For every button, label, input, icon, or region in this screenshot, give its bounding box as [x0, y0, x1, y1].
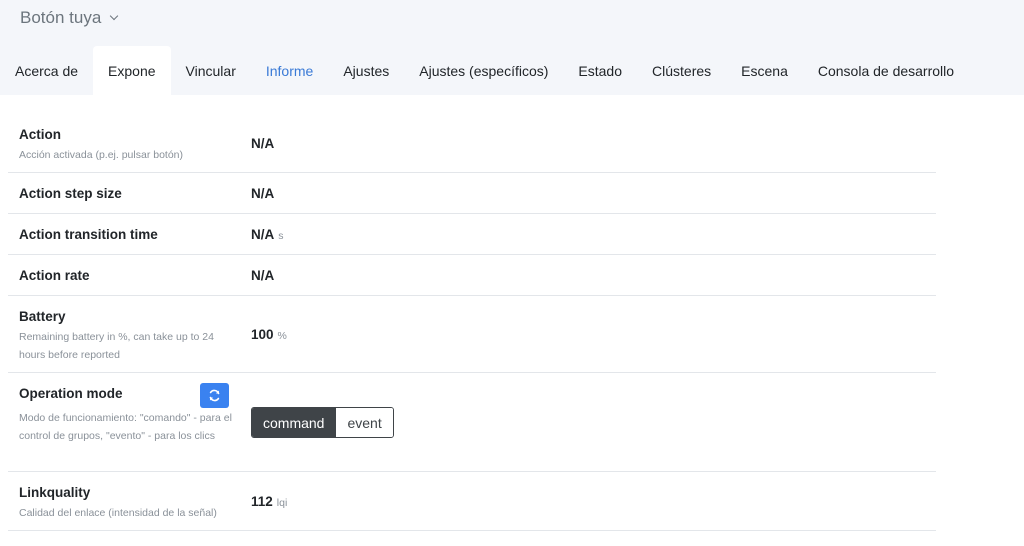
tab-acerca-de[interactable]: Acerca de — [0, 46, 93, 95]
battery-description: Remaining battery in %, can take up to 2… — [19, 331, 214, 361]
tab-ajustes[interactable]: Ajustes — [328, 46, 404, 95]
expose-row-action-step-size: Action step size N/A — [8, 173, 936, 214]
operation-mode-toggle: command event — [251, 407, 394, 438]
linkquality-unit: lqi — [276, 497, 288, 509]
expose-row-action-rate: Action rate N/A — [8, 255, 936, 296]
refresh-button[interactable] — [200, 383, 229, 408]
operation-mode-option-command[interactable]: command — [252, 408, 336, 437]
operation-mode-option-event[interactable]: event — [335, 408, 393, 437]
tab-estado[interactable]: Estado — [563, 46, 637, 95]
action-transition-time-unit: s — [278, 230, 284, 242]
tab-vincular[interactable]: Vincular — [171, 46, 251, 95]
exposes-panel: Action Acción activada (p.ej. pulsar bot… — [0, 95, 1024, 546]
operation-mode-label: Operation mode — [19, 386, 123, 401]
expose-row-action-transition-time: Action transition time N/A s — [8, 214, 936, 255]
linkquality-reading: 112 lqi — [251, 494, 287, 509]
chevron-down-icon — [110, 11, 119, 21]
expose-row-linkquality: Linkquality Calidad del enlace (intensid… — [8, 472, 936, 531]
tab-bar: Acerca de Expone Vincular Informe Ajuste… — [0, 46, 969, 95]
action-rate-value: N/A — [251, 268, 275, 283]
action-transition-time-label: Action transition time — [19, 227, 158, 242]
operation-mode-description: Modo de funcionamiento: "comando" - para… — [19, 412, 232, 442]
linkquality-value: 112 — [251, 494, 273, 509]
linkquality-description: Calidad del enlace (intensidad de la señ… — [19, 507, 217, 519]
device-selector[interactable]: Botón tuya — [20, 8, 119, 28]
action-value: N/A — [251, 136, 275, 151]
linkquality-label: Linkquality — [19, 485, 91, 500]
tab-ajustes-especificos[interactable]: Ajustes (específicos) — [404, 46, 563, 95]
expose-row-operation-mode: Operation mode Modo de funcionamiento: "… — [8, 373, 936, 472]
tab-consola-de-desarrollo[interactable]: Consola de desarrollo — [803, 46, 969, 95]
battery-unit: % — [277, 330, 287, 342]
device-header: Botón tuya Acerca de Expone Vincular Inf… — [0, 0, 1024, 95]
refresh-icon — [209, 389, 220, 402]
action-label: Action — [19, 127, 61, 142]
expose-row-action: Action Acción activada (p.ej. pulsar bot… — [8, 119, 936, 173]
tab-informe[interactable]: Informe — [251, 46, 328, 95]
action-rate-label: Action rate — [19, 268, 90, 283]
device-title-text: Botón tuya — [20, 8, 102, 27]
action-transition-time-reading: N/A s — [251, 227, 284, 242]
tab-expone[interactable]: Expone — [93, 46, 171, 95]
action-transition-time-value: N/A — [251, 227, 275, 242]
action-step-size-value: N/A — [251, 186, 275, 201]
expose-row-battery: Battery Remaining battery in %, can take… — [8, 296, 936, 373]
battery-value: 100 — [251, 327, 274, 342]
battery-reading: 100% — [251, 327, 287, 342]
action-step-size-label: Action step size — [19, 186, 122, 201]
tab-clusteres[interactable]: Clústeres — [637, 46, 726, 95]
action-description: Acción activada (p.ej. pulsar botón) — [19, 149, 184, 161]
battery-label: Battery — [19, 309, 66, 324]
tab-escena[interactable]: Escena — [726, 46, 803, 95]
